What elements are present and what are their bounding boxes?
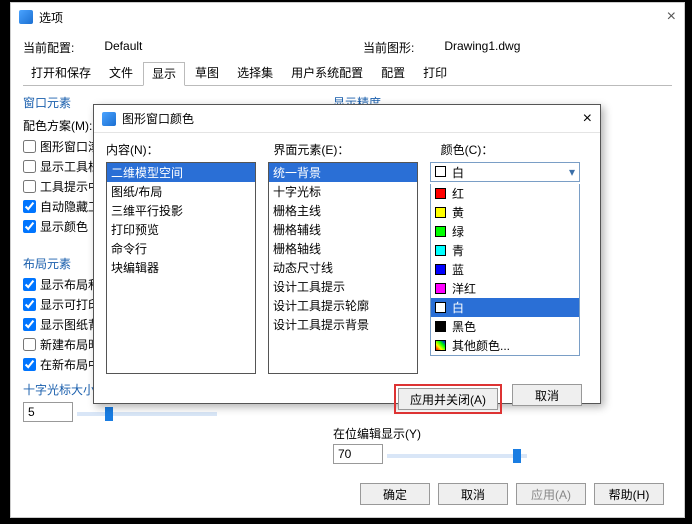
options-title: 选项: [39, 9, 63, 26]
list-item[interactable]: 图纸/布局: [107, 182, 255, 201]
list-item[interactable]: 栅格辅线: [269, 220, 417, 239]
tab-display[interactable]: 显示: [143, 62, 185, 86]
tab-print[interactable]: 打印: [415, 62, 455, 83]
tab-selection[interactable]: 选择集: [229, 62, 281, 83]
color-option-yellow[interactable]: 黄: [431, 203, 579, 222]
inplace-edit-slider[interactable]: [387, 454, 527, 458]
apply-close-button[interactable]: 应用并关闭(A): [398, 388, 498, 410]
color-label: 颜色(C)：: [441, 141, 588, 158]
ok-button[interactable]: 确定: [360, 483, 430, 505]
list-item[interactable]: 设计工具提示轮廓: [269, 296, 417, 315]
current-drawing-value: Drawing1.dwg: [444, 39, 520, 56]
list-item[interactable]: 设计工具提示: [269, 277, 417, 296]
list-item[interactable]: 三维平行投影: [107, 201, 255, 220]
list-item[interactable]: 命令行: [107, 239, 255, 258]
app-icon: [19, 10, 33, 24]
close-icon[interactable]: ×: [667, 10, 676, 24]
color-option-cyan[interactable]: 青: [431, 241, 579, 260]
list-item[interactable]: 统一背景: [269, 163, 417, 182]
cursor-size-input[interactable]: [23, 402, 73, 422]
list-item[interactable]: 二维模型空间: [107, 163, 255, 182]
tab-open-save[interactable]: 打开和保存: [23, 62, 99, 83]
interface-label: 界面元素(E)：: [273, 141, 420, 158]
options-titlebar: 选项 ×: [11, 3, 684, 31]
color-option-green[interactable]: 绿: [431, 222, 579, 241]
list-item[interactable]: 块编辑器: [107, 258, 255, 277]
color-dropdown-list[interactable]: 红 黄 绿 青 蓝 洋红 白 黑色 其他颜色...: [430, 184, 580, 356]
apply-button[interactable]: 应用(A): [516, 483, 586, 505]
inplace-edit-input[interactable]: [333, 444, 383, 464]
help-button[interactable]: 帮助(H): [594, 483, 664, 505]
tab-sketch[interactable]: 草图: [187, 62, 227, 83]
current-config-value: Default: [104, 39, 142, 56]
list-item[interactable]: 栅格轴线: [269, 239, 417, 258]
cancel-button[interactable]: 取消: [438, 483, 508, 505]
apply-close-highlight: 应用并关闭(A): [394, 384, 502, 414]
color-dialog: 图形窗口颜色 × 内容(N)： 界面元素(E)： 颜色(C)： 二维模型空间 图…: [93, 104, 601, 404]
color-option-white[interactable]: 白: [431, 298, 579, 317]
inplace-edit-label: 在位编辑显示(Y): [333, 425, 672, 442]
close-icon[interactable]: ×: [583, 112, 592, 126]
current-drawing-label: 当前图形:: [363, 39, 414, 56]
context-label: 内容(N)：: [106, 141, 253, 158]
app-icon: [102, 112, 116, 126]
color-dialog-title: 图形窗口颜色: [122, 110, 194, 127]
color-option-red[interactable]: 红: [431, 184, 579, 203]
list-item[interactable]: 打印预览: [107, 220, 255, 239]
color-option-black[interactable]: 黑色: [431, 317, 579, 336]
interface-listbox[interactable]: 统一背景 十字光标 栅格主线 栅格辅线 栅格轴线 动态尺寸线 设计工具提示 设计…: [268, 162, 418, 374]
list-item[interactable]: 栅格主线: [269, 201, 417, 220]
modal-cancel-button[interactable]: 取消: [512, 384, 582, 406]
tab-file[interactable]: 文件: [101, 62, 141, 83]
color-option-magenta[interactable]: 洋红: [431, 279, 579, 298]
color-scheme-label: 配色方案(M):: [23, 117, 92, 134]
color-option-blue[interactable]: 蓝: [431, 260, 579, 279]
list-item[interactable]: 十字光标: [269, 182, 417, 201]
color-option-other[interactable]: 其他颜色...: [431, 336, 579, 355]
chevron-down-icon: ▾: [569, 165, 575, 179]
list-item[interactable]: 动态尺寸线: [269, 258, 417, 277]
options-tabs: 打开和保存 文件 显示 草图 选择集 用户系统配置 配置 打印: [23, 62, 672, 86]
list-item[interactable]: 设计工具提示背景: [269, 315, 417, 334]
tab-user-prefs[interactable]: 用户系统配置: [283, 62, 371, 83]
context-listbox[interactable]: 二维模型空间 图纸/布局 三维平行投影 打印预览 命令行 块编辑器: [106, 162, 256, 374]
color-dropdown[interactable]: 白 ▾: [430, 162, 580, 182]
current-config-label: 当前配置:: [23, 39, 74, 56]
tab-config[interactable]: 配置: [373, 62, 413, 83]
